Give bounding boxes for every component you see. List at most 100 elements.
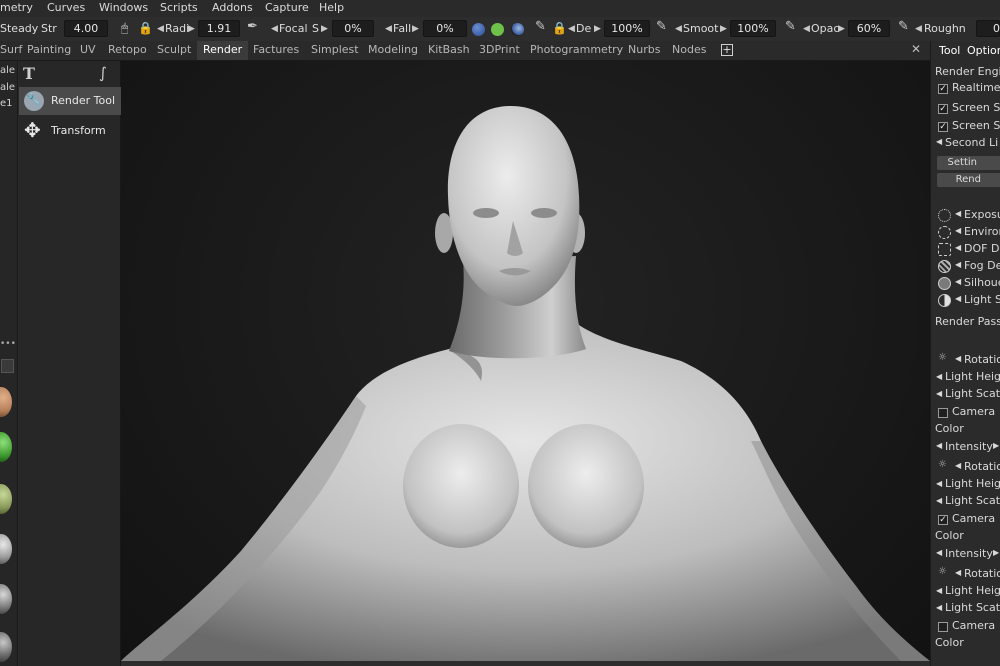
decrease-arrow-icon[interactable]: ◀ [936, 372, 942, 381]
environment-label[interactable]: Environ [964, 225, 1000, 238]
tool-render[interactable]: 🔧 Render Tool [19, 87, 121, 115]
focal-decrease-icon[interactable]: ◀ [271, 23, 278, 35]
menu-windows[interactable]: Windows [99, 1, 148, 14]
opacity-decrease-icon[interactable]: ◀ [803, 23, 810, 35]
decrease-arrow-icon[interactable]: ◀ [955, 209, 961, 218]
material-copper-sphere[interactable] [0, 387, 12, 417]
material-olive-sphere[interactable] [0, 484, 12, 514]
menu-scripts[interactable]: Scripts [160, 1, 198, 14]
roughness-field[interactable]: 0 [976, 20, 1000, 37]
tab-3dprint[interactable]: 3DPrint [479, 41, 520, 60]
light-scatter-label[interactable]: Light Scat [945, 601, 1000, 614]
material-gray-sphere[interactable] [0, 534, 12, 564]
layer-item[interactable]: e1 [0, 98, 13, 109]
pen-roughness-icon[interactable]: ✎ [898, 20, 909, 33]
decrease-arrow-icon[interactable]: ◀ [955, 354, 961, 363]
intensity-label[interactable]: Intensity [945, 440, 993, 453]
realtime-checkbox[interactable]: ✓ [938, 84, 948, 94]
light-height-label[interactable]: Light Heig [945, 584, 1000, 597]
tab-painting[interactable]: Painting [27, 41, 71, 60]
falloff-field[interactable]: 0% [423, 20, 467, 37]
material-green-sphere[interactable] [0, 432, 12, 462]
tab-modeling[interactable]: Modeling [368, 41, 418, 60]
tab-tool[interactable]: Tool [939, 44, 960, 57]
menu-retopology[interactable]: metry [0, 1, 33, 14]
screen-space-2-checkbox[interactable]: ✓ [938, 122, 948, 132]
add-tab-icon[interactable]: + [721, 44, 733, 56]
roughness-decrease-icon[interactable]: ◀ [915, 23, 922, 35]
render-button[interactable]: Rend [937, 173, 1000, 187]
smooth-decrease-icon[interactable]: ◀ [675, 23, 682, 35]
lock-icon[interactable]: 🔒 [138, 22, 153, 34]
screen-space-1-checkbox[interactable]: ✓ [938, 104, 948, 114]
light-scatter-label[interactable]: Light Scat [945, 494, 1000, 507]
dof-label[interactable]: DOF De [964, 242, 1000, 255]
exposure-label[interactable]: Exposu [964, 208, 1000, 221]
depth-decrease-icon[interactable]: ◀ [568, 23, 575, 35]
falloff-increase-icon[interactable]: ▶ [412, 23, 419, 35]
curve-tool-icon[interactable]: ∫ [99, 64, 107, 82]
radius-field[interactable]: 1.91 [198, 20, 240, 37]
pen-smooth-icon[interactable]: ✎ [656, 20, 667, 33]
tab-nurbs[interactable]: Nurbs [628, 41, 660, 60]
tab-uv[interactable]: UV [80, 41, 96, 60]
render-passes-label[interactable]: Render Pass [935, 315, 1000, 328]
decrease-arrow-icon[interactable]: ◀ [955, 243, 961, 252]
layer-item[interactable]: ale [0, 65, 15, 76]
decrease-arrow-icon[interactable]: ◀ [955, 277, 961, 286]
menu-curves[interactable]: Curves [47, 1, 85, 14]
3d-viewport[interactable]: ↶ [121, 61, 930, 661]
opacity-increase-icon[interactable]: ▶ [838, 23, 845, 35]
material-dark-sphere[interactable] [0, 632, 12, 662]
material-metal-sphere[interactable] [0, 584, 12, 614]
brush-alpha-green-icon[interactable] [491, 23, 504, 36]
opacity-field[interactable]: 60% [848, 20, 890, 37]
tab-simplest[interactable]: Simplest [311, 41, 359, 60]
decrease-arrow-icon[interactable]: ◀ [936, 389, 942, 398]
tab-photogrammetry[interactable]: Photogrammetry [530, 41, 623, 60]
intensity-label[interactable]: Intensity [945, 547, 993, 560]
light-height-label[interactable]: Light Heig [945, 370, 1000, 383]
color-label[interactable]: Color [935, 529, 964, 542]
panel-grip-dots[interactable]: ••• [0, 339, 16, 349]
tab-sculpt[interactable]: Sculpt [157, 41, 191, 60]
focal-increase-icon[interactable]: ▶ [321, 23, 328, 35]
decrease-arrow-icon[interactable]: ◀ [955, 294, 961, 303]
fog-label[interactable]: Fog De [964, 259, 1000, 272]
decrease-arrow-icon[interactable]: ◀ [955, 226, 961, 235]
increase-arrow-icon[interactable]: ▶ [188, 23, 195, 35]
menu-capture[interactable]: Capture [265, 1, 309, 14]
camera-checkbox[interactable]: ✓ [938, 515, 948, 525]
camera-checkbox[interactable] [938, 408, 948, 418]
brush-alpha-blue-icon[interactable] [472, 23, 485, 36]
decrease-arrow-icon[interactable]: ◀ [936, 548, 942, 557]
decrease-arrow-icon[interactable]: ◀ [936, 441, 942, 450]
tab-surface[interactable]: Surf [0, 41, 22, 60]
mouse-icon[interactable]: 🖱 [121, 22, 128, 34]
strength-field[interactable]: 4.00 [64, 20, 108, 37]
silhouette-label[interactable]: Silhoue [964, 276, 1000, 289]
focal-field[interactable]: 0% [332, 20, 374, 37]
text-tool-icon[interactable]: T [23, 64, 35, 83]
depth-lock-icon[interactable]: 🔒 [552, 22, 567, 34]
falloff-decrease-icon[interactable]: ◀ [385, 23, 392, 35]
menu-help[interactable]: Help [319, 1, 344, 14]
rotation-label[interactable]: Rotatio [964, 460, 1000, 473]
smooth-increase-icon[interactable]: ▶ [720, 23, 727, 35]
tab-render[interactable]: Render [197, 41, 249, 60]
rotation-label[interactable]: Rotatio [964, 353, 1000, 366]
search-icon[interactable] [1, 359, 14, 373]
decrease-arrow-icon[interactable]: ◀ [955, 461, 961, 470]
decrease-arrow-icon[interactable]: ◀ [936, 586, 942, 595]
tab-retopo[interactable]: Retopo [108, 41, 147, 60]
light-height-label[interactable]: Light Heig [945, 477, 1000, 490]
decrease-arrow-icon[interactable]: ◀ [955, 568, 961, 577]
brush-alpha-mixed-icon[interactable] [511, 23, 524, 36]
pen-pressure-icon[interactable]: ✒ [247, 20, 258, 33]
camera-checkbox[interactable] [938, 622, 948, 632]
depth-field[interactable]: 100% [604, 20, 650, 37]
light-s-label[interactable]: Light S [964, 293, 1000, 306]
tab-factures[interactable]: Factures [253, 41, 299, 60]
pen-opacity-icon[interactable]: ✎ [785, 20, 796, 33]
decrease-arrow-icon[interactable]: ◀ [955, 260, 961, 269]
